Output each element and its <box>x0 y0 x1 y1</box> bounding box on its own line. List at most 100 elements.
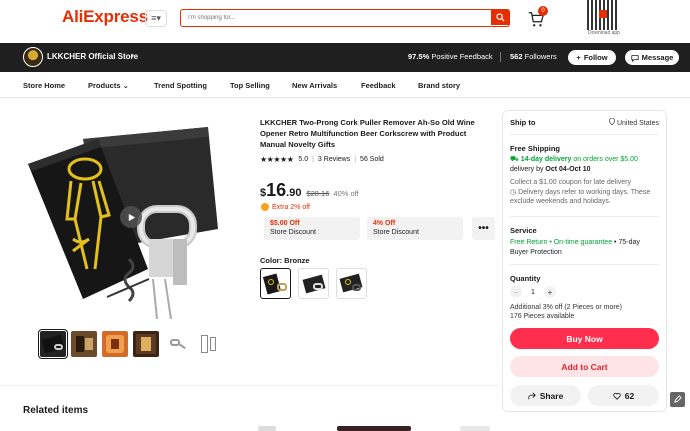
share-icon <box>528 391 536 399</box>
quantity-label: Quantity <box>510 274 541 283</box>
heart-icon <box>613 392 621 400</box>
thumbnail-3[interactable] <box>102 331 128 357</box>
color-swatch-bronze[interactable] <box>260 268 291 299</box>
thumbnail-6[interactable] <box>195 331 221 357</box>
divider: | <box>312 156 314 163</box>
clock-icon: ◷ <box>510 188 517 196</box>
delivery-by-prefix: delivery by <box>510 166 544 173</box>
delivery-days: 14-day delivery <box>520 156 572 163</box>
share-label: Share <box>539 390 564 401</box>
quantity-value[interactable]: 1 <box>531 289 535 296</box>
thumbnail-1[interactable] <box>38 329 68 359</box>
free-return: Free Return <box>510 239 548 246</box>
positive-feedback-label: Positive Feedback <box>431 52 493 61</box>
original-price: $28.16 <box>306 189 330 198</box>
play-icon <box>128 213 135 221</box>
quantity-stepper: − 1 + <box>510 286 556 298</box>
nav-brand-story[interactable]: Brand story <box>418 81 460 90</box>
truck-icon: ⛟ <box>510 156 519 163</box>
nav-trend-spotting[interactable]: Trend Spotting <box>154 81 207 90</box>
coupon-title: $5.00 Off <box>270 220 300 227</box>
color-swatch-black[interactable] <box>336 268 367 299</box>
ship-to-country: United States <box>616 120 659 127</box>
service-details: Free Return • On-time guarantee • 75-day… <box>510 239 640 256</box>
coupon-subtitle: Store Discount <box>270 229 316 236</box>
add-to-cart-button[interactable]: Add to Cart <box>510 356 659 377</box>
qr-logo-mark <box>599 10 607 18</box>
discount-percent: 40% off <box>333 189 359 198</box>
divider: | <box>354 156 357 163</box>
star-rating-icon: ★★★★★ <box>260 155 294 164</box>
coupon-title: 4% Off <box>373 220 396 227</box>
positive-feedback: 97.5% Positive Feedback <box>408 52 493 61</box>
wishlist-count: 62 <box>624 390 635 401</box>
working-days-note: ◷ Delivery days refer to working days. T… <box>510 188 660 207</box>
coupon-card[interactable]: $5.00 Off Store Discount <box>264 217 360 240</box>
free-shipping-label: Free Shipping <box>510 144 561 153</box>
nav-new-arrivals[interactable]: New Arrivals <box>292 81 337 90</box>
coupon-card[interactable]: 4% Off Store Discount <box>367 217 463 240</box>
section-divider <box>0 385 500 386</box>
aliexpress-logo[interactable]: AliExpress <box>62 7 148 27</box>
nav-products-label: Products <box>88 81 121 90</box>
chevron-down-icon: ⌄ <box>122 81 129 90</box>
nav-products[interactable]: Products ⌄ <box>88 81 129 90</box>
related-item-preview[interactable] <box>460 426 490 431</box>
plus-icon: + <box>576 53 581 62</box>
thumbnail-2[interactable] <box>71 331 97 357</box>
product-title: LKKCHER Two-Prong Cork Puller Remover Ah… <box>260 118 475 149</box>
late-coupon: Collect a $1.00 coupon for late delivery <box>510 179 632 186</box>
delivery-by-date: Oct 04-Oct 10 <box>545 166 591 173</box>
wishlist-button[interactable]: 62 <box>588 385 659 406</box>
positive-feedback-value: 97.5% <box>408 52 430 61</box>
store-bar: LKKCHER Official Store › 97.5% Positive … <box>0 43 690 72</box>
related-item-preview[interactable] <box>258 426 276 431</box>
search-button[interactable] <box>491 10 509 25</box>
delivery-info: ⛟ 14-day delivery on orders over $5.00 d… <box>510 155 660 175</box>
follow-button[interactable]: + Follow <box>568 50 616 65</box>
thumbnail-4[interactable] <box>133 331 159 357</box>
working-days-text: Delivery days refer to working days. The… <box>510 188 651 206</box>
buy-now-button[interactable]: Buy Now <box>510 328 659 349</box>
nav-top-selling[interactable]: Top Selling <box>230 81 270 90</box>
reviews-link[interactable]: 3 Reviews <box>318 156 350 163</box>
message-button[interactable]: Message <box>625 50 679 65</box>
chat-icon <box>631 54 639 62</box>
related-items-title: Related items <box>23 405 89 416</box>
rating-row: ★★★★★ 5.0 | 3 Reviews | 56 Sold <box>260 155 384 164</box>
quantity-decrease-button[interactable]: − <box>510 286 522 298</box>
service-label: Service <box>510 226 537 235</box>
sold-count: 56 Sold <box>360 156 384 163</box>
cart-count-badge: 0 <box>538 6 548 16</box>
related-item-preview[interactable] <box>337 426 411 431</box>
divider <box>500 52 501 62</box>
store-avatar[interactable] <box>23 47 43 67</box>
category-menu-button[interactable]: ≡▾ <box>145 10 167 27</box>
edit-icon[interactable] <box>670 392 685 407</box>
pieces-available: 176 Pieces available <box>510 313 575 320</box>
nav-feedback[interactable]: Feedback <box>361 81 396 90</box>
top-header: AliExpress ≡▾ 0 Download app <box>0 0 690 42</box>
share-button[interactable]: Share <box>510 385 581 406</box>
search-input[interactable] <box>181 10 489 25</box>
quantity-increase-button[interactable]: + <box>543 286 556 298</box>
followers-count: 562 <box>510 52 523 61</box>
play-video-button[interactable] <box>120 206 142 228</box>
nav-store-home[interactable]: Store Home <box>23 81 65 90</box>
extra-discount: Extra 2% off <box>261 203 310 211</box>
divider <box>510 216 659 217</box>
search-icon <box>495 13 505 22</box>
color-swatches <box>260 268 367 299</box>
coupon-subtitle: Store Discount <box>373 229 419 236</box>
ship-to-location[interactable]: United States <box>608 117 659 127</box>
color-swatch-silver[interactable] <box>298 268 329 299</box>
chevron-right-icon[interactable]: › <box>131 50 134 60</box>
rating-value: 5.0 <box>298 156 309 163</box>
thumbnail-5[interactable] <box>164 331 190 357</box>
price-decimal: .90 <box>286 187 302 199</box>
store-name[interactable]: LKKCHER Official Store <box>47 52 138 61</box>
message-label: Message <box>641 53 674 62</box>
more-coupons-button[interactable]: ••• <box>472 217 495 240</box>
color-label: Color: Bronze <box>260 256 310 265</box>
thumbnail-strip <box>38 329 221 359</box>
